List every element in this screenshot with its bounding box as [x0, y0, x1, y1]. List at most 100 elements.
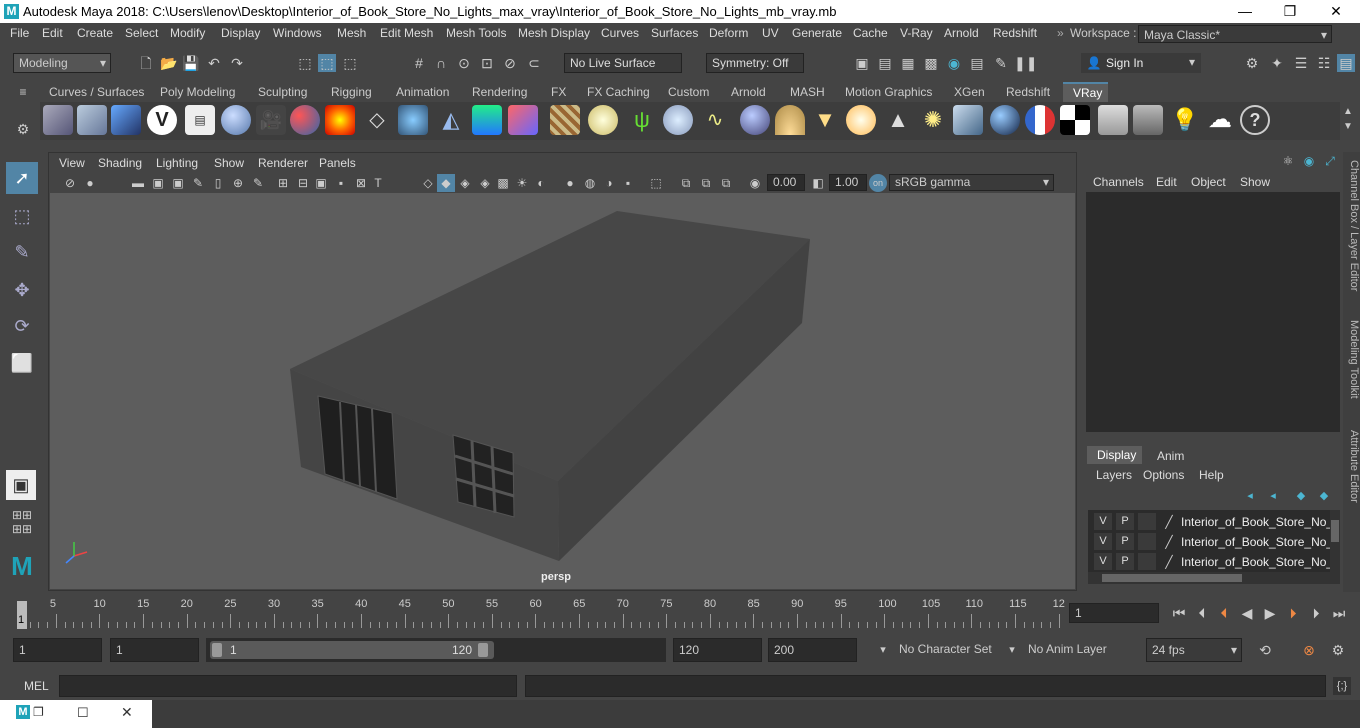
vray-material-icon[interactable] — [221, 105, 251, 135]
vray-material-preset-icon[interactable] — [290, 105, 320, 135]
loop-playback-icon[interactable]: ⟲ — [1256, 641, 1274, 659]
undo-icon[interactable]: ↶ — [205, 54, 223, 72]
menu-surfaces[interactable]: Surfaces — [651, 26, 698, 40]
hypershade-icon[interactable]: ◉ — [945, 54, 963, 72]
menu-edit-mesh[interactable]: Edit Mesh — [380, 26, 433, 40]
textured-icon[interactable]: ◈ — [476, 174, 494, 192]
layer-playback-toggle[interactable]: P — [1116, 533, 1134, 550]
snap-view-plane-icon[interactable]: ⊡ — [478, 54, 496, 72]
vray-bulb-icon[interactable]: 💡 — [1170, 105, 1200, 135]
new-layer-selected-icon[interactable]: ◆ — [1315, 487, 1333, 505]
viewport-menu-panels[interactable]: Panels — [319, 156, 356, 170]
menu-display[interactable]: Display — [221, 26, 260, 40]
save-scene-icon[interactable]: 💾 — [182, 54, 200, 72]
vray-texture-icon[interactable] — [550, 105, 580, 135]
grease-pencil-icon[interactable]: ✎ — [189, 174, 207, 192]
color-management-icon[interactable]: on — [869, 174, 887, 192]
hud-icon[interactable]: ⧉ — [677, 174, 695, 192]
range-slider[interactable]: 1 120 — [206, 638, 666, 662]
script-editor-icon[interactable]: {;} — [1333, 677, 1351, 695]
render-frame-icon[interactable]: ▤ — [876, 54, 894, 72]
time-ruler[interactable]: 5 10 15 20 25 30 35 40 45 50 55 60 65 70 75 80 85 90 95 100… — [13, 598, 1066, 630]
layer-visibility-toggle[interactable]: V — [1094, 553, 1112, 570]
auto-key-icon[interactable]: ⊗ — [1300, 641, 1318, 659]
exposure-icon[interactable]: ◉ — [746, 174, 764, 192]
tab-animation[interactable]: Animation — [396, 85, 449, 99]
use-all-lights-icon[interactable]: ▩ — [494, 174, 512, 192]
menu-select[interactable]: Select — [125, 26, 158, 40]
channel-object-menu[interactable]: Object — [1191, 175, 1226, 189]
wireframe-shading-icon[interactable]: ◇ — [419, 174, 437, 192]
view-transform-dropdown[interactable]: sRGB gamma ▾ — [889, 174, 1054, 191]
layer-color-icon[interactable]: ╱ — [1160, 513, 1178, 531]
workspace-dropdown[interactable]: Maya Classic* ▾ — [1138, 25, 1332, 43]
step-forward-frame-icon[interactable]: ⏵ — [1307, 604, 1325, 622]
menu-windows[interactable]: Windows — [273, 26, 322, 40]
attribute-editor-icon[interactable]: ☰ — [1292, 54, 1310, 72]
layout-presets-icon[interactable]: ⊞⊞ ⊞⊞ — [6, 508, 38, 538]
tab-redshift[interactable]: Redshift — [1006, 85, 1050, 99]
select-object-icon[interactable]: ⬚ — [318, 54, 336, 72]
restore-icon[interactable]: ❐ — [33, 705, 44, 719]
menu-mesh-tools[interactable]: Mesh Tools — [446, 26, 506, 40]
menu-create[interactable]: Create — [77, 26, 113, 40]
chevron-down-icon[interactable]: ▾ — [874, 641, 892, 659]
xray-icon[interactable]: ◐ — [532, 174, 550, 192]
symmetry-dropdown[interactable]: Symmetry: Off — [706, 53, 804, 73]
ipr-render-icon[interactable]: ▦ — [899, 54, 917, 72]
channel-box-icon[interactable]: ▤ — [1337, 54, 1355, 72]
vray-settings-icon[interactable] — [1133, 105, 1163, 135]
vray-ies-light-icon[interactable] — [472, 105, 502, 135]
layer-type-toggle[interactable] — [1138, 553, 1156, 570]
vray-frame-buffer-icon[interactable]: ▤ — [968, 54, 986, 72]
maximize-icon[interactable]: ☐ — [77, 705, 89, 721]
character-controls-icon[interactable]: ✦ — [1268, 54, 1286, 72]
close-icon[interactable]: ✕ — [121, 704, 133, 721]
gamma-field[interactable]: 1.00 — [829, 174, 867, 191]
play-forward-icon[interactable]: ▶ — [1261, 604, 1279, 622]
smooth-shade-icon[interactable]: ◆ — [437, 174, 455, 192]
mel-label[interactable]: MEL — [24, 679, 49, 693]
vray-curve-icon[interactable]: ∿ — [700, 105, 730, 135]
help-icon[interactable]: ? — [1240, 105, 1270, 135]
tab-custom[interactable]: Custom — [668, 85, 709, 99]
render-view-icon[interactable]: ▣ — [853, 54, 871, 72]
render-settings-icon[interactable]: ▩ — [922, 54, 940, 72]
film-gate-icon[interactable]: ⊕ — [229, 174, 247, 192]
vray-cloud-icon[interactable]: ☁ — [1205, 105, 1235, 135]
wireframe-on-shaded-icon[interactable]: ◈ — [456, 174, 474, 192]
anim-layer-dropdown[interactable]: No Anim Layer — [1023, 638, 1133, 662]
move-layer-down-icon[interactable]: ◂ — [1264, 487, 1282, 505]
resolution-gate-icon[interactable]: ✎ — [249, 174, 267, 192]
camera-attributes-icon[interactable]: ● — [81, 174, 99, 192]
viewport-menu-show[interactable]: Show — [214, 156, 244, 170]
vray-sun-light-icon[interactable]: ✺ — [918, 105, 948, 135]
vray-sphere-light-icon[interactable] — [398, 105, 428, 135]
sign-in-button[interactable]: 👤 Sign In ▾ — [1081, 53, 1201, 73]
vray-sun-icon[interactable] — [775, 105, 805, 135]
scale-tool-icon[interactable]: ⬜ — [6, 347, 38, 379]
pause-icon[interactable]: ❚❚ — [1014, 54, 1037, 72]
close-button[interactable]: ✕ — [1313, 0, 1359, 23]
layer-list-h-scrollbar[interactable] — [1088, 572, 1340, 584]
menu-edit[interactable]: Edit — [42, 26, 63, 40]
viewport-menu-lighting[interactable]: Lighting — [156, 156, 198, 170]
side-tab-channel-box[interactable]: Channel Box / Layer Editor — [1343, 160, 1360, 291]
select-component-icon[interactable]: ⬚ — [341, 54, 359, 72]
tab-anim[interactable]: Anim — [1157, 449, 1184, 463]
menu-generate[interactable]: Generate — [792, 26, 842, 40]
animation-preferences-icon[interactable]: ⚙ — [1329, 641, 1347, 659]
paint-select-tool-icon[interactable]: ✎ — [6, 236, 38, 268]
vray-spot-light-icon[interactable]: ◭ — [436, 105, 466, 135]
side-tab-attribute-editor[interactable]: Attribute Editor — [1343, 430, 1360, 503]
layer-row[interactable]: V P ╱ Interior_of_Book_Store_No_ — [1088, 552, 1333, 572]
vray-sphere-icon[interactable] — [740, 105, 770, 135]
layer-list-scrollbar[interactable] — [1330, 510, 1340, 572]
motion-blur-icon[interactable]: ◍ — [581, 174, 599, 192]
ambient-occlusion-icon[interactable]: ● — [561, 174, 579, 192]
character-set-dropdown[interactable]: No Character Set — [894, 638, 1004, 662]
viewport-menu-renderer[interactable]: Renderer — [258, 156, 308, 170]
current-frame-field[interactable]: 1 — [1069, 603, 1159, 623]
single-view-layout-icon[interactable]: ▣ — [6, 470, 36, 500]
isolate-select-icon[interactable]: ⬚ — [647, 174, 665, 192]
